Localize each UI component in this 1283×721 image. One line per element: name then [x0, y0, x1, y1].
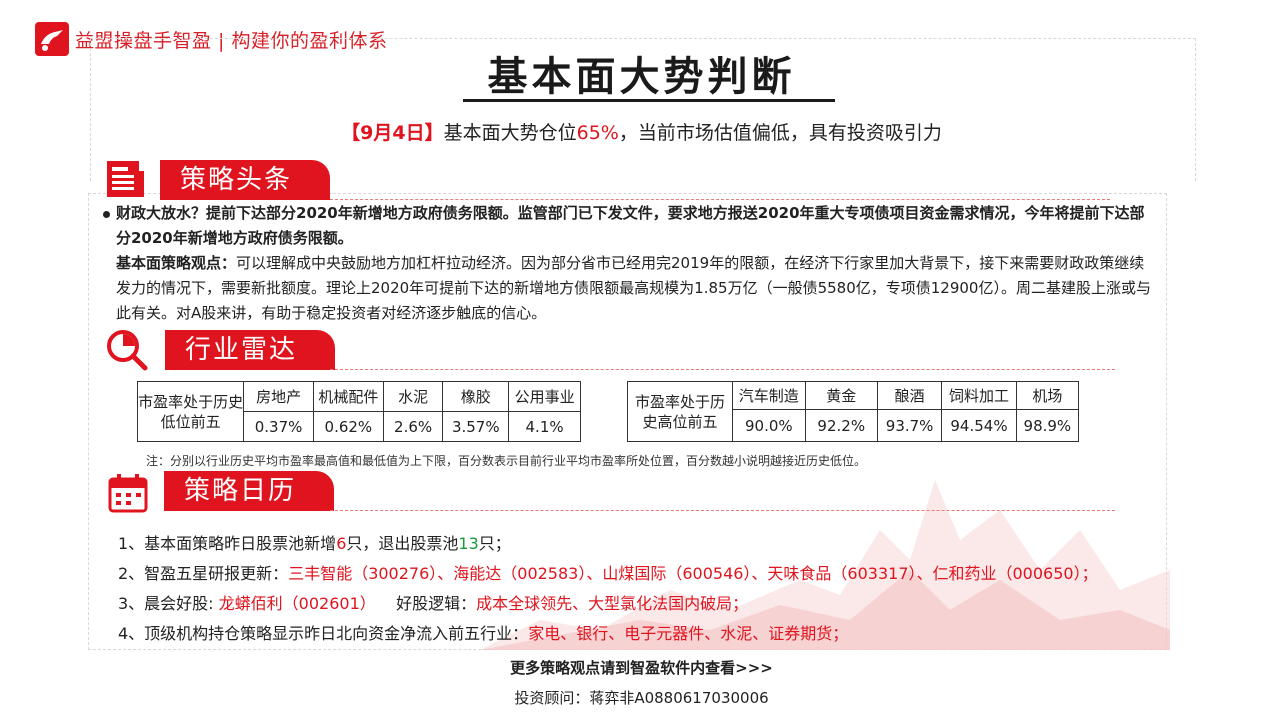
advisor-info: 投资顾问：蒋弈非A0880617030006	[514, 689, 769, 707]
pe-high-value: 94.54%	[941, 409, 1017, 442]
bullet-dot	[103, 211, 110, 218]
section-headlines-title: 策略头条	[160, 160, 330, 200]
section-radar-divider	[330, 369, 1115, 370]
stock-pool-removed-count: 13	[458, 534, 479, 553]
northbound-industries: 家电、银行、电子元器件、水泥、证券期货；	[528, 624, 849, 643]
pe-low-industry: 橡胶	[442, 381, 510, 412]
pe-low-label: 市盈率处于历史低位前五	[136, 381, 245, 442]
section-headlines-divider	[330, 199, 1110, 200]
pe-high-industry: 饲料加工	[941, 381, 1017, 410]
newspaper-icon	[107, 161, 144, 197]
title-underline	[463, 99, 835, 102]
pe-high-industry: 黄金	[804, 381, 878, 410]
pe-high-value: 98.9%	[1015, 409, 1080, 442]
section-calendar-divider	[330, 510, 1115, 511]
radar-footnote: 注：分别以行业历史平均市盈率最高值和最低值为上下限，百分数表示目前行业平均市盈率…	[146, 454, 867, 468]
calendar-item-2-label: 2、智盈五星研报更新：	[118, 564, 289, 583]
pe-low-value: 4.1%	[508, 411, 581, 442]
section-radar-title: 行业雷达	[165, 330, 335, 370]
pe-low-industry: 公用事业	[508, 381, 581, 412]
pe-low-value: 2.6%	[382, 411, 444, 442]
pe-low-value: 0.37%	[243, 411, 314, 442]
calendar-item-1-text: 1、基本面策略昨日股票池新增	[118, 534, 337, 553]
pe-high-industry: 汽车制造	[732, 381, 806, 410]
pe-low-industry: 房地产	[243, 381, 314, 412]
pe-low-value: 3.57%	[442, 411, 510, 442]
headline-text: 财政大放水？提前下达部分2020年新增地方政府债务限额。监管部门已下发文件，要求…	[116, 204, 1145, 247]
pe-high-value: 93.7%	[876, 409, 943, 442]
strategy-view-text: 可以理解成中央鼓励地方加杠杆拉动经济。因为部分省市已经用完2019年的限额，在经…	[116, 254, 1151, 322]
summary-text-a: 基本面大势仓位	[443, 122, 577, 144]
position-summary: 【9月4日】基本面大势仓位65%，当前市场估值偏低，具有投资吸引力	[0, 118, 1283, 145]
strategy-view: 基本面策略观点：可以理解成中央鼓励地方加杠杆拉动经济。因为部分省市已经用完201…	[116, 251, 1151, 326]
strategy-view-label: 基本面策略观点：	[116, 254, 237, 272]
summary-text-b: ，当前市场估值偏低，具有投资吸引力	[618, 122, 942, 144]
morning-pick-stock: 龙蟒佰利（002601）	[218, 594, 376, 613]
pe-low-industry: 水泥	[382, 381, 444, 412]
morning-pick-logic: 成本全球领先、大型氯化法国内破局；	[476, 594, 749, 613]
calendar-icon	[108, 474, 148, 513]
pe-low-industry: 机械配件	[312, 381, 384, 412]
calendar-item-4-label: 4、顶级机构持仓策略显示昨日北向资金净流入前五行业：	[118, 624, 529, 643]
pe-high-label: 市盈率处于历史高位前五	[626, 381, 734, 442]
pe-high-value: 92.2%	[804, 409, 878, 442]
pe-high-table: 市盈率处于历史高位前五 汽车制造 黄金 酿酒 饲料加工 机场 90.0% 92.…	[626, 381, 1080, 442]
summary-date: 【9月4日】	[341, 122, 444, 144]
pe-low-table: 市盈率处于历史低位前五 房地产 机械配件 水泥 橡胶 公用事业 0.37% 0.…	[136, 381, 581, 442]
pe-low-value: 0.62%	[312, 411, 384, 442]
section-calendar-title: 策略日历	[164, 471, 334, 511]
stock-pool-added-count: 6	[336, 534, 347, 553]
calendar-item-1: 1、基本面策略昨日股票池新增6只，退出股票池13只；	[118, 530, 511, 554]
calendar-item-2: 2、智盈五星研报更新：三丰智能（300276）、海能达（002583）、山煤国际…	[118, 560, 1098, 584]
pe-high-value: 90.0%	[732, 409, 806, 442]
calendar-item-1-text: 只；	[478, 534, 511, 553]
calendar-item-3: 3、晨会好股: 龙蟒佰利（002601） 好股逻辑：成本全球领先、大型氯化法国内…	[118, 590, 748, 614]
calendar-item-3-label: 3、晨会好股:	[118, 594, 219, 613]
pe-high-industry: 酿酒	[876, 381, 943, 410]
summary-position: 65%	[576, 122, 619, 144]
calendar-item-3-logic-label: 好股逻辑：	[375, 594, 477, 613]
pie-chart-magnifier-icon	[107, 330, 148, 371]
page-title: 基本面大势判断	[487, 54, 796, 100]
calendar-item-1-text: 只，退出股票池	[346, 534, 459, 553]
pe-high-industry: 机场	[1015, 381, 1080, 410]
calendar-item-4: 4、顶级机构持仓策略显示昨日北向资金净流入前五行业：家电、银行、电子元器件、水泥…	[118, 620, 848, 644]
more-views-link[interactable]: 更多策略观点请到智盈软件内查看>>>	[0, 657, 1283, 678]
research-report-stocks: 三丰智能（300276）、海能达（002583）、山煤国际（600546）、天味…	[288, 564, 1098, 583]
